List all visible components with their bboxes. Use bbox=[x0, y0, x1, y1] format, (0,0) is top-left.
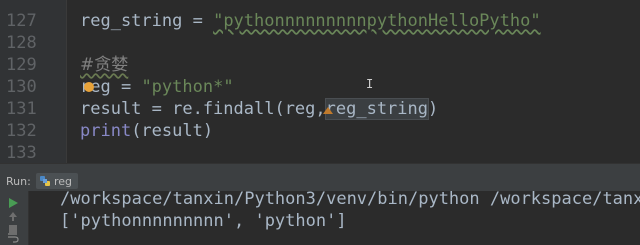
code-line-132[interactable]: print(result) bbox=[80, 120, 213, 142]
line-number: 133 bbox=[6, 143, 37, 163]
code-editor[interactable]: 127 128 129 130 131 132 133 reg_string =… bbox=[0, 0, 640, 163]
code-line-127[interactable]: reg_string = "pythonnnnnnnnnpythonHelloP… bbox=[80, 10, 541, 32]
line-number: 127 bbox=[6, 11, 37, 31]
run-tab-reg[interactable]: reg bbox=[36, 173, 79, 189]
line-number: 128 bbox=[6, 33, 37, 53]
highlighted-argument: reg_string bbox=[324, 98, 430, 120]
run-toolwindow-header: Run: reg bbox=[0, 171, 640, 191]
python-file-icon bbox=[40, 176, 50, 186]
arrow-up-icon[interactable] bbox=[6, 210, 20, 222]
code-text: result = re.findall(reg, bbox=[80, 99, 326, 119]
code-line-131[interactable]: result = re.findall(reg,reg_string) bbox=[80, 98, 438, 120]
console-line: ['pythonnnnnnnnn', 'python'] bbox=[60, 211, 347, 231]
mouse-ibeam-icon: I bbox=[366, 77, 374, 91]
line-number: 132 bbox=[6, 121, 37, 141]
string-literal: "python*" bbox=[141, 77, 234, 97]
run-toolbar bbox=[0, 191, 29, 245]
code-line-129[interactable]: #贪婪 bbox=[80, 54, 128, 76]
operator: = bbox=[110, 77, 142, 97]
operator: = bbox=[182, 11, 214, 31]
code-text: (result) bbox=[131, 121, 214, 141]
comment: #贪婪 bbox=[80, 55, 129, 75]
fold-gutter-line bbox=[66, 0, 67, 163]
builtin-function: print bbox=[80, 121, 132, 141]
console-output[interactable]: /workspace/tanxin/Python3/venv/bin/pytho… bbox=[29, 191, 640, 245]
variable-name: reg_string bbox=[80, 11, 183, 31]
run-tab-label: reg bbox=[54, 174, 73, 188]
run-label: Run: bbox=[6, 175, 31, 188]
lightbulb-icon[interactable] bbox=[84, 82, 94, 92]
warning-caret-icon bbox=[323, 107, 333, 114]
line-number: 131 bbox=[6, 99, 37, 119]
line-number-gutter: 127 128 129 130 131 132 133 bbox=[0, 0, 67, 163]
line-number: 130 bbox=[6, 77, 37, 97]
line-number: 129 bbox=[6, 55, 37, 75]
play-icon[interactable] bbox=[6, 197, 20, 209]
code-text: ) bbox=[428, 99, 439, 119]
console-line: /workspace/tanxin/Python3/venv/bin/pytho… bbox=[60, 191, 640, 209]
string-literal: "pythonnnnnnnnnpythonHelloPytho" bbox=[213, 11, 541, 31]
code-line-130[interactable]: reg = "python*" bbox=[80, 76, 234, 98]
wrap-icon[interactable] bbox=[6, 231, 20, 243]
pycharm-window: 127 128 129 130 131 132 133 reg_string =… bbox=[0, 0, 640, 245]
